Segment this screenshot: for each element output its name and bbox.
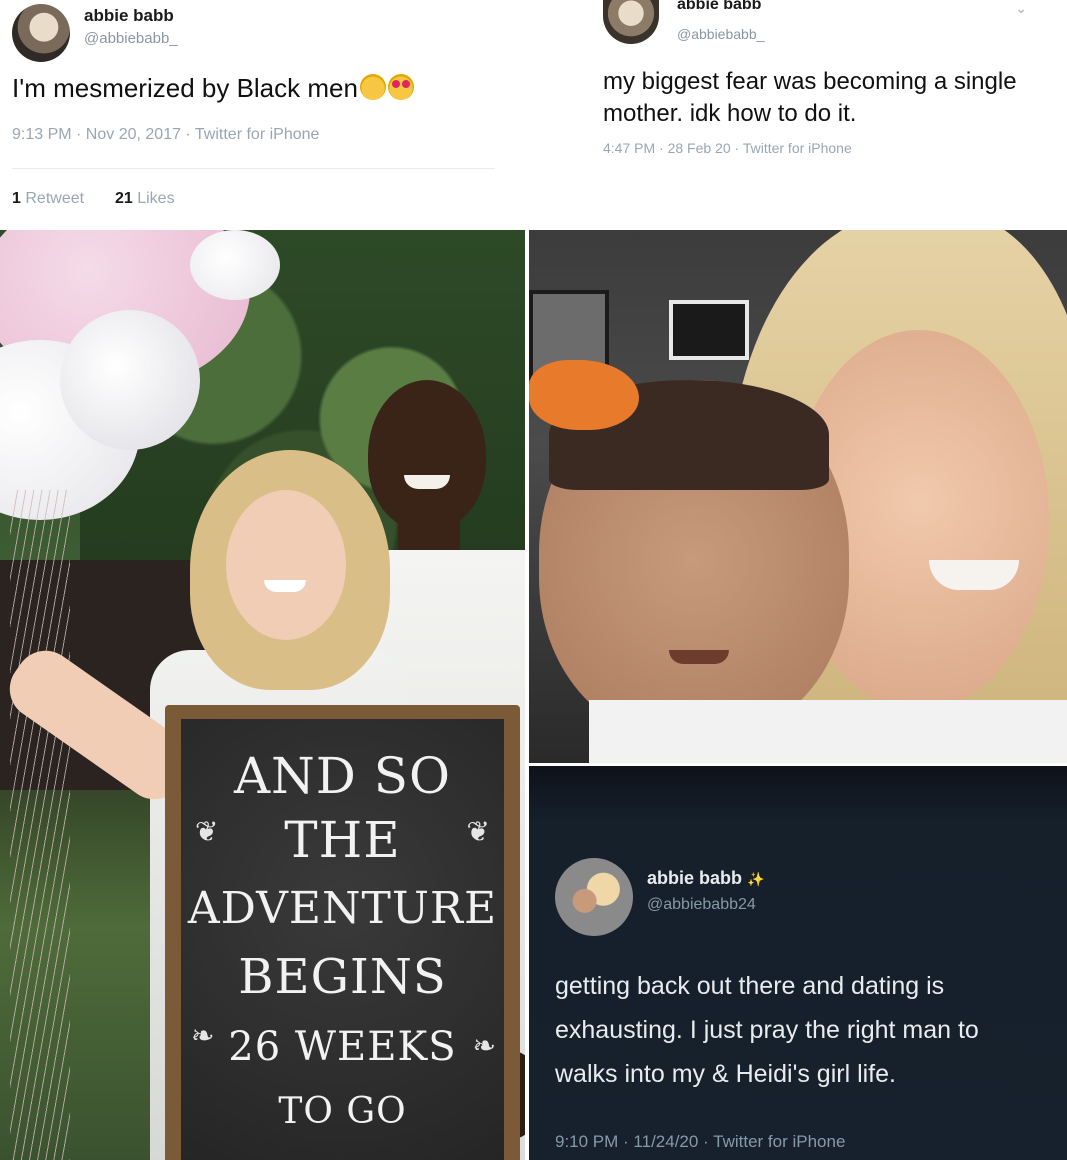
avatar[interactable] — [12, 4, 70, 62]
tweet-text: I'm mesmerized by Black men — [12, 73, 414, 104]
balloon-strings — [10, 490, 70, 1160]
handle[interactable]: @abbiebabb24 — [647, 896, 756, 914]
chalkboard-line: BEGINS — [238, 949, 447, 1005]
chevron-down-icon[interactable]: ⌄ — [1015, 0, 1027, 17]
retweet-count: 1 — [12, 190, 21, 207]
handle[interactable]: @abbiebabb_ — [677, 26, 764, 42]
chalkboard-line: AND SO — [233, 747, 452, 805]
likes-count: 21 — [114, 190, 133, 207]
tweet-timestamp[interactable]: 9:13 PM · Nov 20, 2017 · Twitter for iPh… — [12, 126, 319, 144]
photo-pregnancy-announcement: AND SO THE ADVENTURE BEGINS 26 WEEKS TO … — [0, 230, 525, 1160]
avatar[interactable] — [555, 858, 633, 936]
heart-eyes-icon — [387, 74, 414, 100]
orange-hair-bow — [529, 360, 639, 430]
chalkboard-line: ADVENTURE — [187, 883, 498, 934]
vine-doodle-icon: ❦ — [195, 816, 219, 847]
avatar[interactable] — [603, 0, 659, 44]
tweet-text-line: walks into my & Heidi's girl life. — [555, 1060, 896, 1088]
vine-doodle-icon: ❧ — [191, 1020, 215, 1051]
chalkboard-sign: AND SO THE ADVENTURE BEGINS 26 WEEKS TO … — [165, 705, 520, 1160]
tweet-text-body: I'm mesmerized by Black men — [12, 73, 358, 103]
tweet-text-line: getting back out there and dating is — [555, 972, 945, 1000]
tweet-text-line: exhausting. I just pray the right man to — [555, 1016, 979, 1044]
handle[interactable]: @abbiebabb_ — [84, 30, 178, 47]
white-balloon — [190, 230, 280, 300]
tweet-timestamp[interactable]: 4:47 PM · 28 Feb 20 · Twitter for iPhone — [603, 140, 852, 156]
likes-label[interactable]: Likes — [137, 190, 174, 207]
tweet-timestamp[interactable]: 9:10 PM · 11/24/20 · Twitter for iPhone — [555, 1132, 845, 1152]
vine-doodle-icon: ❧ — [472, 1030, 496, 1061]
tweet-text: getting back out there and dating is exh… — [555, 964, 1067, 1096]
weary-face-icon — [359, 74, 386, 100]
chalkboard-line: 26 WEEKS — [228, 1024, 457, 1070]
wall-frame — [669, 300, 749, 360]
tweet-text: my biggest fear was becoming a single mo… — [603, 68, 1017, 127]
tweet-top-left: abbie babb @abbiebabb_ I'm mesmerized by… — [0, 0, 525, 230]
child-smile — [669, 650, 729, 664]
white-balloon — [60, 310, 200, 450]
vine-doodle-icon: ❦ — [466, 816, 490, 847]
tweet-bottom-right: abbie babb ✨ @abbiebabb24 getting back o… — [529, 766, 1067, 1160]
photo-mother-and-child — [529, 230, 1067, 763]
display-name[interactable]: abbie babb — [677, 0, 761, 14]
chalkboard-line: TO GO — [278, 1091, 407, 1132]
display-name[interactable]: abbie babb ✨ — [647, 868, 764, 889]
retweet-label[interactable]: Retweet — [25, 190, 84, 207]
clothing — [589, 700, 1067, 763]
tweet-stats: 1 Retweet 21 Likes — [12, 190, 175, 208]
display-name-text: abbie babb — [647, 868, 743, 888]
chalkboard-line: THE — [284, 811, 401, 869]
divider — [12, 168, 495, 169]
display-name[interactable]: abbie babb — [84, 6, 174, 26]
sparkles-icon: ✨ — [747, 871, 765, 887]
tweet-top-right: abbie babb @abbiebabb_ ⌄ my biggest fear… — [525, 0, 1067, 230]
